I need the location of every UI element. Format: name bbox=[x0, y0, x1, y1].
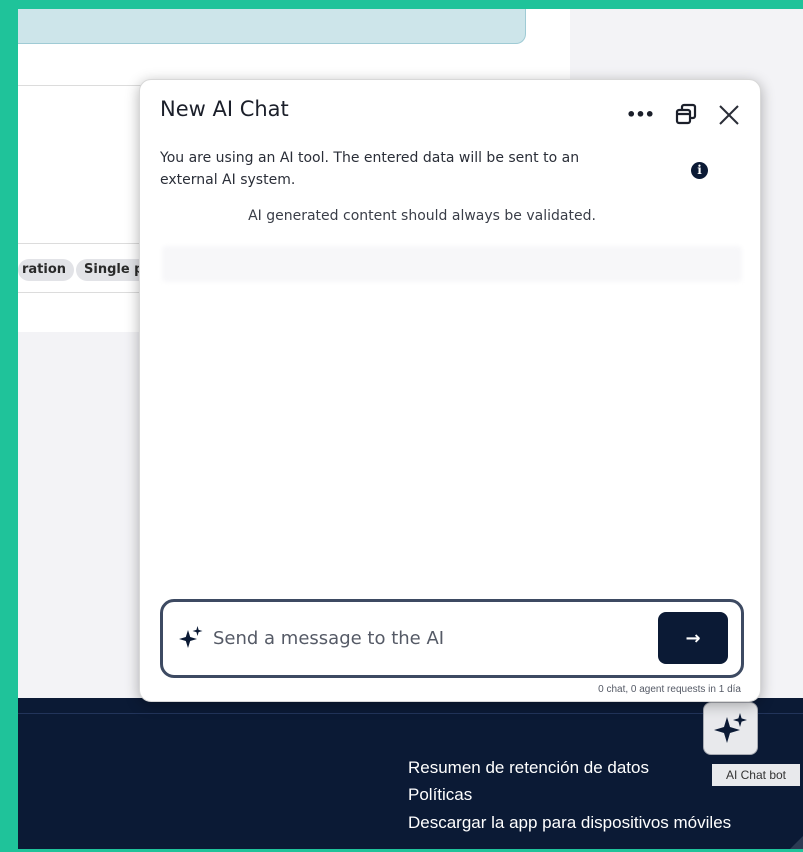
message-input[interactable] bbox=[213, 622, 653, 654]
ellipsis-icon: ••• bbox=[626, 104, 655, 124]
tag-chip[interactable]: ration bbox=[18, 259, 74, 281]
validation-note: AI generated content should always be va… bbox=[248, 208, 596, 224]
more-options-button[interactable]: ••• bbox=[626, 102, 655, 126]
ai-chat-dialog: New AI Chat ••• You are using an AI tool… bbox=[139, 79, 761, 702]
request-quota: 0 chat, 0 agent requests in 1 día bbox=[598, 684, 741, 695]
divider bbox=[18, 85, 148, 86]
dialog-title: New AI Chat bbox=[160, 97, 289, 121]
focus-border-left bbox=[0, 0, 18, 852]
divider bbox=[18, 292, 148, 293]
resize-corner bbox=[790, 836, 803, 849]
footer: Resumen de retención de datos Políticas … bbox=[18, 698, 803, 849]
sparkle-icon bbox=[713, 712, 747, 743]
close-icon bbox=[719, 105, 739, 125]
info-icon[interactable]: i bbox=[691, 162, 708, 179]
popout-button[interactable] bbox=[674, 102, 698, 126]
focus-border-top bbox=[0, 0, 803, 9]
ai-data-notice: You are using an AI tool. The entered da… bbox=[160, 150, 580, 188]
close-button[interactable] bbox=[716, 102, 742, 128]
send-button[interactable]: → bbox=[658, 612, 728, 664]
arrow-right-icon: → bbox=[685, 627, 701, 649]
app-frame: ration Single p Resumen de retención de … bbox=[0, 0, 803, 852]
footer-link-policies[interactable]: Políticas bbox=[408, 785, 472, 805]
popout-window-icon bbox=[675, 103, 697, 125]
footer-link-mobile-app[interactable]: Descargar la app para dispositivos móvil… bbox=[408, 813, 731, 833]
divider bbox=[18, 243, 148, 244]
footer-link-data-retention[interactable]: Resumen de retención de datos bbox=[408, 758, 649, 778]
ai-chat-bot-button[interactable] bbox=[703, 702, 758, 755]
sparkle-icon bbox=[179, 626, 203, 648]
message-composer: → bbox=[160, 599, 744, 678]
blurred-content bbox=[162, 246, 742, 282]
ai-chat-bot-tooltip: AI Chat bot bbox=[712, 764, 800, 786]
footer-divider bbox=[18, 713, 803, 714]
info-banner bbox=[18, 9, 526, 44]
